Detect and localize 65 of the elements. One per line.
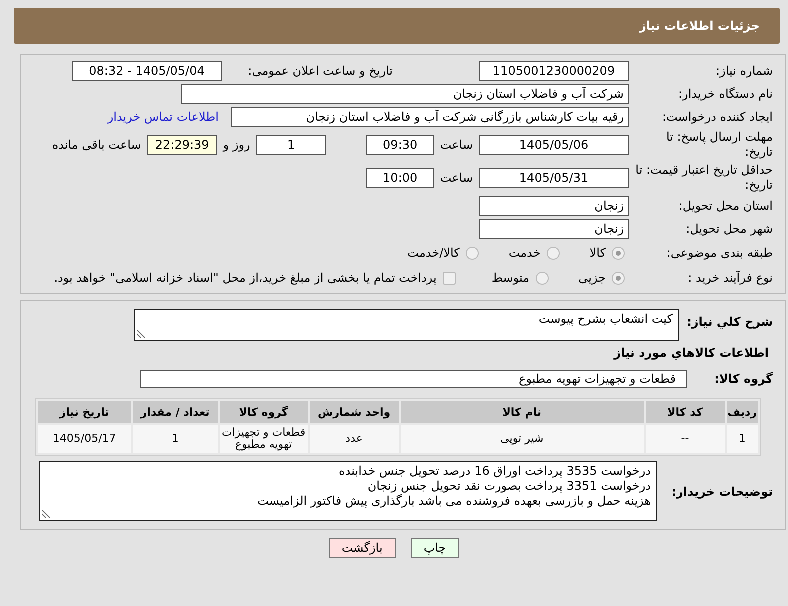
section-title: اطلاعات کالاهاي مورد نياز	[612, 346, 770, 360]
remaining-label: ساعت باقی مانده	[52, 138, 142, 152]
remaining-time-field: 22:29:39	[147, 135, 218, 155]
radio-button[interactable]	[466, 246, 479, 260]
print-button[interactable]: چاپ	[410, 538, 460, 558]
radio-button[interactable]	[612, 246, 625, 260]
column-header: نام کالا	[400, 401, 644, 423]
column-header: واحد شمارش	[310, 401, 399, 423]
radio-button[interactable]	[546, 246, 560, 260]
field-label: طبقه بندی موضوعی:	[666, 246, 773, 260]
goods-group-field: قطعات و تجهیزات تهویه مطبوع	[140, 370, 687, 388]
time-label: ساعت	[440, 138, 473, 152]
buyer-contact-link[interactable]: اطلاعات تماس خریدار	[108, 110, 219, 124]
resize-grip-icon[interactable]	[137, 330, 145, 338]
radio-button[interactable]	[536, 272, 549, 284]
back-button[interactable]: بازگشت	[328, 538, 396, 558]
checkbox-label: پرداخت تمام یا بخشی از مبلغ خرید،از محل "اسناد خزانه اسلامی" خواهد بود.	[54, 271, 437, 285]
buyer-org-field: شرکت آب و فاضلاب استان زنجان	[181, 84, 629, 104]
table-cell: 1	[726, 425, 758, 453]
column-header: تعداد / مقدار	[133, 401, 218, 423]
field-label: استان محل تحویل:	[678, 198, 773, 214]
column-header: ردیف	[726, 401, 758, 423]
field-label: مهلت ارسال پاسخ: تا تاریخ:	[665, 130, 773, 160]
column-header: تاریخ نیاز	[38, 401, 132, 423]
field-label: ایجاد کننده درخواست:	[661, 110, 773, 124]
checkbox[interactable]	[442, 272, 456, 284]
days-field: 1	[256, 135, 326, 155]
description-field: کیت انشعاب بشرح پیوست	[134, 309, 679, 341]
announce-date-field: 1405/05/04 - 08:32	[72, 61, 222, 81]
province-field: زنجان	[479, 196, 629, 216]
radio-label: کالا	[590, 246, 606, 260]
city-field: زنجان	[479, 219, 629, 239]
table-cell: قطعات و تجهیزات تهویه مطبوع	[220, 425, 308, 453]
field-label: حداقل تاریخ اعتبار قیمت: تا تاریخ:	[635, 163, 773, 193]
field-label: گروه کالا:	[714, 372, 773, 386]
field-label: توضیحات خریدار:	[670, 484, 773, 500]
radio-label: جزیی	[578, 271, 606, 285]
date-field: 1405/05/31	[479, 168, 629, 188]
field-label: تاریخ و ساعت اعلان عمومی:	[247, 64, 393, 78]
resize-grip-icon[interactable]	[42, 510, 50, 518]
field-label: نوع فرآیند خرید :	[687, 270, 773, 286]
table-cell: 1	[133, 425, 218, 453]
radio-button[interactable]	[612, 272, 625, 284]
table-cell: شیر توپی	[400, 425, 644, 453]
need-number-field: 1105001230000209	[479, 61, 629, 81]
column-header: کد کالا	[646, 401, 725, 423]
table-cell: عدد	[310, 425, 399, 453]
radio-label: متوسط	[492, 271, 530, 285]
time-label: ساعت	[440, 171, 473, 185]
date-field: 1405/05/06	[479, 135, 629, 155]
requester-field: رقیه بیات کارشناس بازرگانی شرکت آب و فاضلاب استان زنجان	[231, 107, 629, 127]
field-label: شهر محل تحویل:	[685, 222, 773, 236]
time-field: 10:00	[366, 168, 434, 188]
radio-label: خدمت	[508, 246, 541, 260]
table-cell: 1405/05/17	[38, 425, 132, 453]
radio-label: کالا/خدمت	[408, 246, 460, 260]
days-label: روز و	[223, 138, 250, 152]
time-field: 09:30	[366, 135, 434, 155]
field-label: شرح کلي نياز:	[686, 314, 773, 330]
page-title: جزئیات اطلاعات نیاز	[14, 8, 780, 44]
field-label: نام دستگاه خریدار:	[678, 86, 773, 102]
table-cell: --	[646, 425, 725, 453]
buyer-notes-field: درخواست 3535 پرداخت اوراق 16 درصد تحویل جنس خدابنده درخواست 3351 پرداخت بصورت نقد تحویل جنس زنجان هزینه حمل و بازرسی بعهده فروشنده می باشد بارگذاری پیش فاکتور الزامیست	[39, 461, 657, 521]
column-header: گروه کالا	[220, 401, 308, 423]
field-label: شماره نیاز:	[715, 64, 773, 78]
